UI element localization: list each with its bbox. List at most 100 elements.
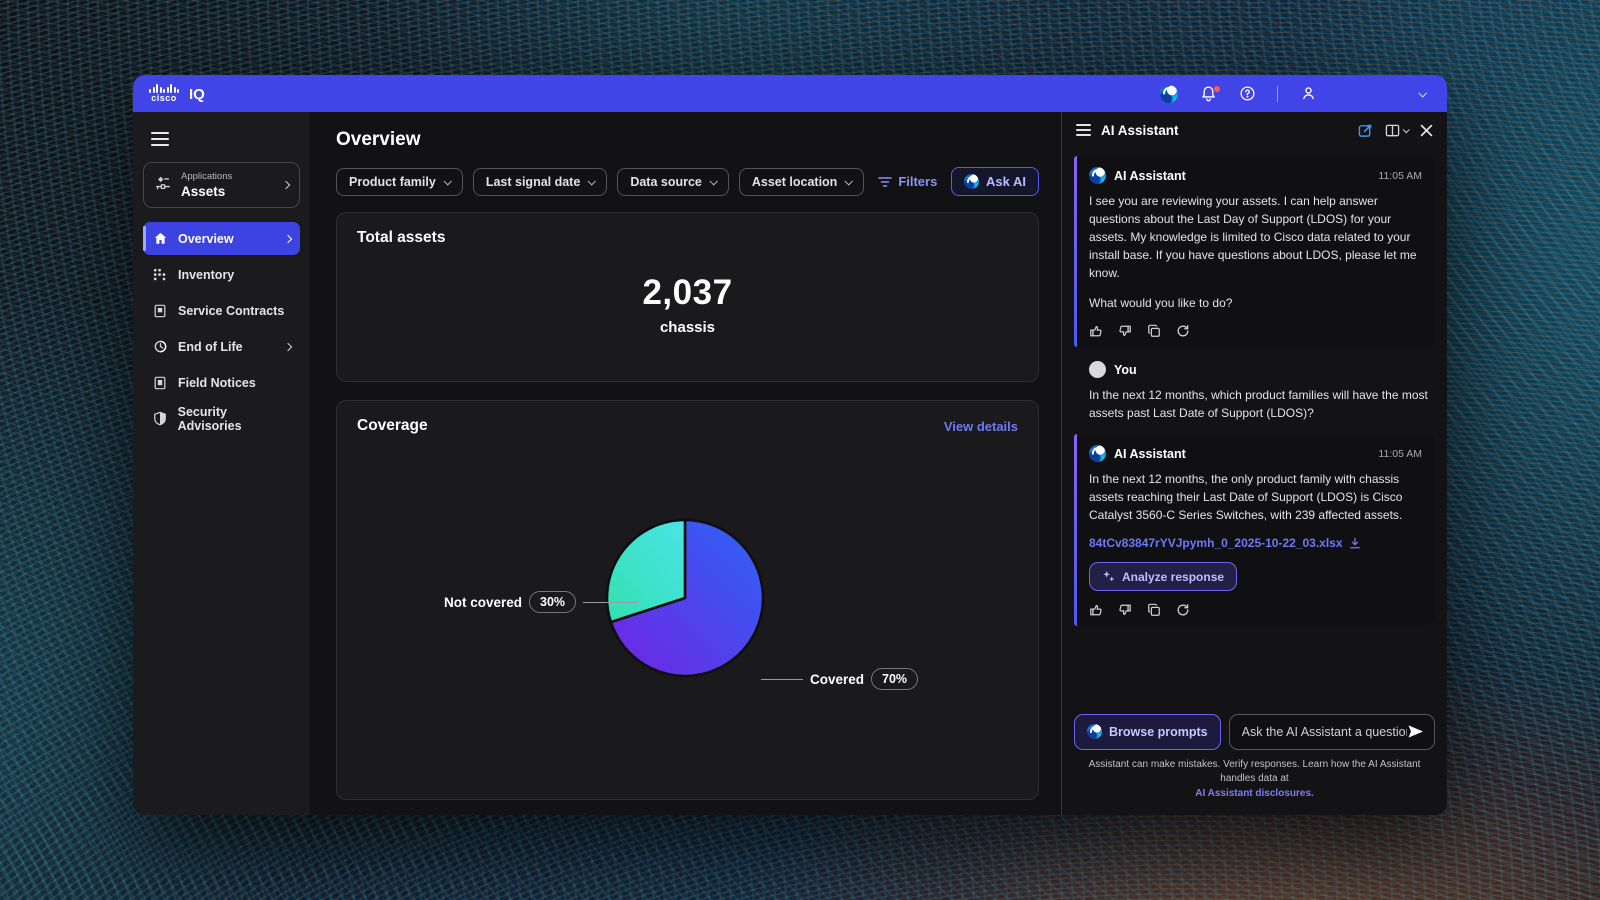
sidebar-item-label: Inventory xyxy=(178,268,234,282)
sidebar-item-label: Field Notices xyxy=(178,376,256,390)
not-covered-percent-badge: 30% xyxy=(529,591,576,613)
filters-link[interactable]: Filters xyxy=(878,174,937,189)
thumbs-up-icon[interactable] xyxy=(1089,324,1103,338)
regenerate-icon[interactable] xyxy=(1176,324,1190,338)
question-text-field[interactable] xyxy=(1242,725,1407,739)
regenerate-icon[interactable] xyxy=(1176,603,1190,617)
user-message: You In the next 12 months, which product… xyxy=(1074,359,1435,422)
chevron-down-icon xyxy=(443,177,451,185)
notification-dot xyxy=(1214,86,1220,92)
sidebar-collapse-icon[interactable] xyxy=(151,132,169,146)
sidebar-item-security-advisories[interactable]: Security Advisories xyxy=(143,402,300,435)
total-assets-title: Total assets xyxy=(357,229,1018,247)
main-content: Overview Product family Last signal date… xyxy=(310,112,1061,815)
pie-label-covered: Covered 70% xyxy=(761,668,918,690)
ai-assistant-toggle-icon[interactable] xyxy=(1160,85,1178,103)
thumbs-down-icon[interactable] xyxy=(1118,324,1132,338)
cisco-logo-icon: cisco xyxy=(149,84,179,103)
top-app-bar: cisco IQ xyxy=(133,75,1447,112)
message-text: In the next 12 months, the only product … xyxy=(1089,470,1422,524)
assistant-message-list: AI Assistant 11:05 AM I see you are revi… xyxy=(1062,148,1447,656)
sidebar-item-overview[interactable]: Overview xyxy=(143,222,300,255)
analyze-sparkle-icon xyxy=(1102,570,1115,583)
total-assets-card: Total assets 2,037 chassis xyxy=(336,212,1039,382)
sidebar-item-label: Security Advisories xyxy=(178,405,291,433)
sidebar-item-field-notices[interactable]: Field Notices xyxy=(143,366,300,399)
send-icon[interactable] xyxy=(1407,724,1424,739)
filter-row: Product family Last signal date Data sou… xyxy=(336,167,1039,196)
thumbs-down-icon[interactable] xyxy=(1118,603,1132,617)
filter-icon xyxy=(878,176,892,188)
inventory-grid-icon xyxy=(152,268,168,282)
notice-document-icon xyxy=(152,376,168,390)
view-details-link[interactable]: View details xyxy=(944,419,1018,434)
app-switcher-label: Assets xyxy=(181,184,274,199)
sidebar-item-label: Overview xyxy=(178,232,234,246)
topbar-chevron-down-icon[interactable] xyxy=(1413,85,1431,103)
message-text: What would you like to do? xyxy=(1089,294,1422,312)
sidebar-item-end-of-life[interactable]: End of Life xyxy=(143,330,300,363)
notifications-bell-icon[interactable] xyxy=(1199,85,1217,103)
ai-logo-icon xyxy=(1087,724,1102,739)
chevron-right-icon xyxy=(284,342,292,350)
ai-avatar xyxy=(1089,445,1106,462)
assistant-disclaimer: Assistant can make mistakes. Verify resp… xyxy=(1074,758,1435,802)
message-text: In the next 12 months, which product fam… xyxy=(1089,386,1432,422)
coverage-card: Coverage View details Not covered xyxy=(336,400,1039,800)
chevron-down-icon xyxy=(709,177,717,185)
brand-product-text: IQ xyxy=(189,87,205,103)
download-icon xyxy=(1349,537,1361,549)
thumbs-up-icon[interactable] xyxy=(1089,603,1103,617)
chevron-down-icon xyxy=(1403,126,1410,133)
sidebar-item-label: Service Contracts xyxy=(178,304,284,318)
assistant-input-area: Browse prompts Assistant can make mistak… xyxy=(1062,704,1447,816)
chevron-right-icon xyxy=(282,181,290,189)
home-icon xyxy=(152,231,168,246)
brand: cisco IQ xyxy=(149,84,205,103)
app-switcher-assets[interactable]: Applications Assets xyxy=(143,162,300,208)
covered-percent-badge: 70% xyxy=(871,668,918,690)
filter-data-source[interactable]: Data source xyxy=(617,168,729,196)
assistant-message: AI Assistant 11:05 AM I see you are revi… xyxy=(1074,156,1435,347)
browse-prompts-button[interactable]: Browse prompts xyxy=(1074,714,1221,750)
app-window: cisco IQ xyxy=(133,75,1447,815)
topbar-divider xyxy=(1277,86,1278,102)
brand-cisco-text: cisco xyxy=(151,94,177,103)
ai-assistant-panel: AI Assistant xyxy=(1061,112,1447,815)
analyze-response-button[interactable]: Analyze response xyxy=(1089,562,1237,591)
ai-disclosures-link[interactable]: AI Assistant disclosures. xyxy=(1195,788,1314,799)
filter-product-family[interactable]: Product family xyxy=(336,168,463,196)
chevron-down-icon xyxy=(845,177,853,185)
assistant-message: AI Assistant 11:05 AM In the next 12 mon… xyxy=(1074,434,1435,626)
user-avatar xyxy=(1089,361,1106,378)
callout-line xyxy=(761,679,803,680)
help-icon[interactable] xyxy=(1238,85,1256,103)
sidebar-item-label: End of Life xyxy=(178,340,243,354)
close-panel-icon[interactable] xyxy=(1420,124,1433,137)
shield-icon xyxy=(152,411,168,426)
app-switcher-category: Applications xyxy=(181,171,274,182)
total-assets-value: 2,037 xyxy=(357,273,1018,313)
coverage-pie-chart: Not covered 30% Covered 70% xyxy=(337,441,1038,799)
pie-label-not-covered: Not covered 30% xyxy=(444,591,639,613)
assistant-title: AI Assistant xyxy=(1101,123,1179,138)
ai-avatar xyxy=(1089,167,1106,184)
applications-icon xyxy=(154,174,172,197)
attachment-download-link[interactable]: 84tCv83847rYVJpymh_0_2025-10-22_03.xlsx xyxy=(1089,536,1422,550)
message-text: I see you are reviewing your assets. I c… xyxy=(1089,192,1422,282)
ask-ai-button[interactable]: Ask AI xyxy=(951,167,1039,196)
callout-line xyxy=(583,602,639,603)
copy-icon[interactable] xyxy=(1147,324,1161,338)
contract-document-icon xyxy=(152,304,168,318)
panel-layout-icon[interactable] xyxy=(1385,123,1408,138)
new-chat-compose-icon[interactable] xyxy=(1358,123,1373,138)
chevron-right-icon xyxy=(284,234,292,242)
filter-asset-location[interactable]: Asset location xyxy=(739,168,864,196)
sidebar-item-service-contracts[interactable]: Service Contracts xyxy=(143,294,300,327)
sidebar-item-inventory[interactable]: Inventory xyxy=(143,258,300,291)
assistant-menu-icon[interactable] xyxy=(1076,124,1091,135)
filter-last-signal-date[interactable]: Last signal date xyxy=(473,168,607,196)
user-account-icon[interactable] xyxy=(1299,85,1317,103)
copy-icon[interactable] xyxy=(1147,603,1161,617)
assistant-question-input[interactable] xyxy=(1229,714,1435,750)
